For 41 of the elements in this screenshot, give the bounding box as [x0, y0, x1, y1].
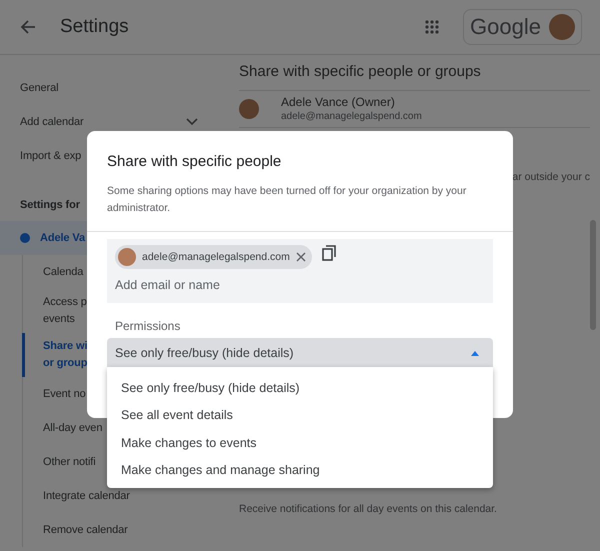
section-heading: Settings for — [19, 198, 81, 212]
sidebar-item[interactable]: Remove calendar — [22, 513, 128, 547]
scrollbar-thumb[interactable] — [590, 220, 596, 330]
sidebar-item[interactable]: Add calendar — [0, 105, 220, 139]
sidebar-item[interactable]: Other notifi — [22, 445, 96, 479]
item-label: Adele Va — [40, 230, 86, 246]
avatar-circle — [118, 248, 136, 266]
setting-text: ar outside your c — [512, 171, 590, 183]
avatar-circle — [239, 99, 259, 119]
item-label: Add calendar — [20, 114, 84, 130]
remove-icon[interactable] — [296, 252, 306, 262]
permissions-select[interactable]: See only free/busy (hide details) — [107, 338, 493, 368]
chip-label: adele@managelegalspend.com — [142, 251, 290, 263]
avatar-circle — [549, 14, 575, 40]
sidebar-item[interactable]: General — [0, 71, 82, 105]
menu-option[interactable]: See only free/busy (hide details) — [107, 374, 493, 402]
setting-description: Receive notifications for all day events on this calendar. — [239, 503, 498, 515]
select-value: See only free/busy (hide details) — [115, 346, 294, 360]
copy-icon[interactable] — [322, 245, 336, 261]
section-title: Share with specific people or groups — [239, 63, 590, 91]
calendar-dot — [20, 233, 30, 243]
sidebar-item[interactable]: Calenda — [22, 255, 84, 289]
dialog-title: Share with specific people — [106, 152, 282, 170]
menu-option[interactable]: See all event details — [107, 402, 493, 429]
permissions-label: Permissions — [114, 318, 182, 333]
logo-text: Google — [470, 14, 541, 40]
apps-grid-icon[interactable] — [425, 20, 440, 34]
email-chip[interactable]: adele@managelegalspend.com — [115, 245, 312, 269]
sidebar-item[interactable]: Event no — [22, 377, 86, 411]
sidebar-item[interactable]: All-day even — [22, 411, 102, 445]
back-arrow-icon[interactable] — [20, 19, 36, 35]
owner-email: adele@managelegalspend.com — [281, 111, 422, 123]
caret-icon — [471, 350, 479, 356]
sidebar-item[interactable]: Access p events — [22, 289, 87, 333]
page-title: Settings — [60, 16, 130, 38]
dialog-description: Some sharing options may have been turned off for your organization by your administrator. — [106, 184, 468, 216]
chevron-icon — [186, 118, 198, 126]
email-field[interactable]: adele@managelegalspend.com Add email or name — [107, 239, 493, 303]
menu-option[interactable]: Make changes to events — [107, 429, 493, 456]
account-button[interactable]: Google — [463, 9, 582, 45]
owner-name: Adele Vance (Owner) — [281, 95, 396, 109]
